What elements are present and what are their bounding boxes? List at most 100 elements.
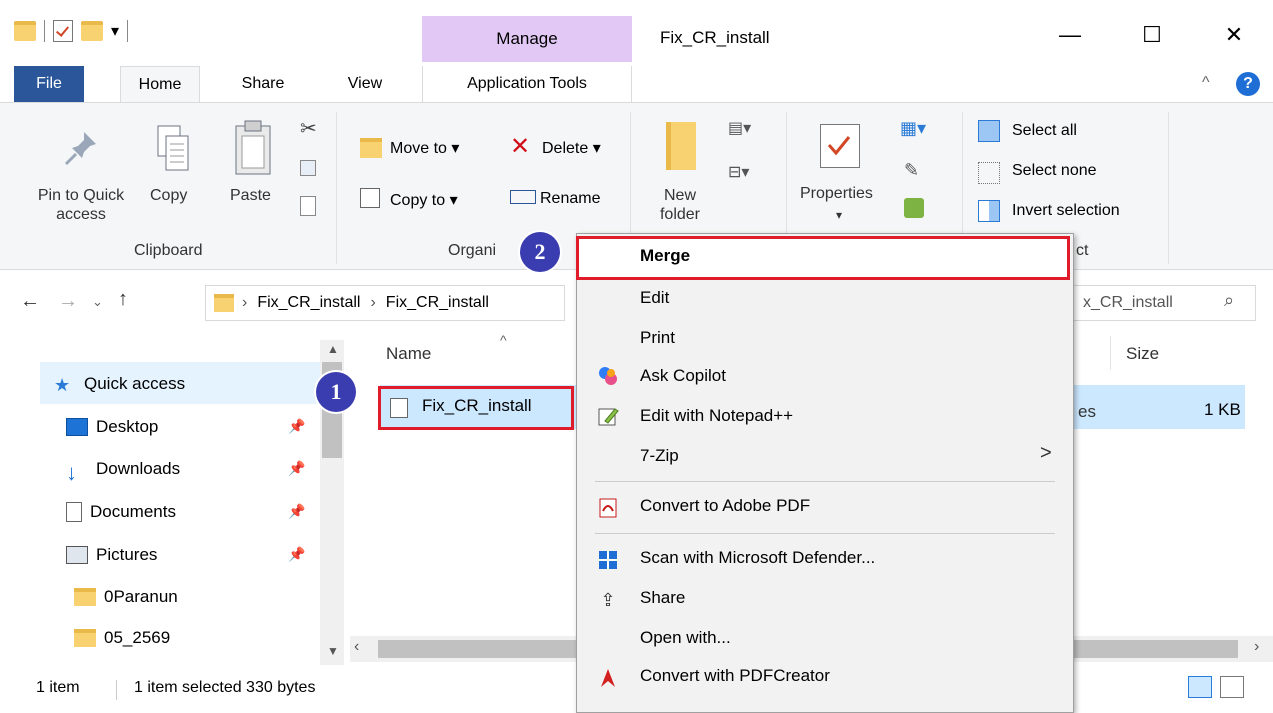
nav-item-documents[interactable]: Documents	[66, 492, 176, 532]
maximize-button[interactable]: ☐	[1132, 20, 1172, 50]
delete-icon: ✕	[510, 133, 531, 160]
menu-item-edit-with-notepad[interactable]: Edit with Notepad++	[640, 406, 793, 426]
properties-icon[interactable]	[53, 20, 73, 42]
menu-item-share[interactable]: Share	[640, 588, 685, 608]
copy-path-icon[interactable]	[300, 160, 316, 176]
minimize-button[interactable]: —	[1050, 20, 1090, 50]
pin-icon[interactable]: 📌	[288, 418, 305, 435]
menu-item-convert-with-pdfcreator[interactable]: Convert with PDFCreator	[640, 666, 830, 686]
paste-shortcut-icon[interactable]	[300, 196, 316, 216]
menu-item-ask-copilot[interactable]: Ask Copilot	[640, 366, 726, 386]
scroll-left-icon[interactable]: ‹	[354, 638, 359, 656]
invert-selection-button[interactable]: Invert selection	[1012, 202, 1120, 220]
menu-item-scan-with-defender[interactable]: Scan with Microsoft Defender...	[640, 548, 875, 568]
scroll-down-icon[interactable]: ▼	[327, 644, 339, 658]
tab-file[interactable]: File	[14, 66, 84, 102]
divider	[116, 680, 117, 700]
customize-toolbar-icon[interactable]: ▾	[111, 21, 119, 41]
paste-button[interactable]: Paste	[230, 186, 271, 205]
nav-item-label: 0Paranun	[104, 587, 178, 606]
copy-to-button[interactable]: Copy to ▾	[390, 190, 458, 210]
nav-item-desktop[interactable]: Desktop	[66, 407, 158, 447]
menu-item-edit[interactable]: Edit	[640, 288, 669, 308]
nav-item-0paranun[interactable]: 0Paranun	[74, 577, 178, 617]
nav-item-label: Pictures	[96, 545, 158, 564]
pin-to-quick-access-button[interactable]: Pin to Quick access	[22, 186, 140, 224]
pin-icon	[62, 128, 102, 168]
new-folder-label-line1: New	[663, 187, 696, 204]
nav-item-downloads[interactable]: ↓ Downloads	[66, 449, 180, 489]
up-arrow-icon[interactable]: ↑	[118, 288, 128, 311]
download-arrow-icon: ↓	[66, 460, 77, 485]
divider	[127, 20, 129, 42]
tab-view[interactable]: View	[335, 66, 395, 102]
menu-item-convert-to-adobe-pdf[interactable]: Convert to Adobe PDF	[640, 496, 810, 516]
file-type: es	[1078, 402, 1096, 421]
group-label-organize: Organi	[448, 242, 497, 259]
invert-selection-icon	[978, 200, 1000, 222]
tab-application-tools[interactable]: Application Tools	[422, 66, 632, 102]
properties-icon	[820, 124, 860, 168]
tab-home[interactable]: Home	[120, 66, 200, 102]
details-view-icon[interactable]	[1188, 676, 1212, 698]
pictures-icon	[66, 546, 88, 564]
select-none-button[interactable]: Select none	[1012, 162, 1097, 180]
quick-access-toolbar: ▾	[14, 14, 129, 48]
recent-locations-icon[interactable]: ⌄	[92, 294, 103, 310]
breadcrumb-segment[interactable]: Fix_CR_install	[257, 294, 360, 312]
move-to-button[interactable]: Move to ▾	[390, 138, 459, 158]
close-button[interactable]: ✕	[1214, 20, 1254, 50]
nav-item-label: Documents	[90, 502, 176, 521]
breadcrumb-segment[interactable]: Fix_CR_install	[386, 294, 489, 312]
pin-icon[interactable]: 📌	[288, 503, 305, 520]
menu-item-merge[interactable]: Merge	[640, 246, 690, 266]
nav-item-label: Desktop	[96, 417, 159, 436]
column-header-name[interactable]: Name	[386, 344, 431, 364]
menu-item-print[interactable]: Print	[640, 328, 675, 348]
large-icons-view-icon[interactable]	[1220, 676, 1244, 698]
pin-icon[interactable]: 📌	[288, 546, 305, 563]
new-folder-button[interactable]: New folder	[650, 186, 710, 224]
search-icon[interactable]: ⌕	[1224, 290, 1234, 311]
edit-icon[interactable]: ✎	[904, 160, 919, 181]
tab-share[interactable]: Share	[228, 66, 298, 102]
adobe-pdf-icon	[596, 496, 620, 520]
menu-item-open-with[interactable]: Open with...	[640, 628, 731, 648]
scroll-right-icon[interactable]: ›	[1254, 638, 1259, 656]
column-header-size[interactable]: Size	[1126, 344, 1159, 364]
copy-button[interactable]: Copy	[150, 186, 187, 205]
history-icon[interactable]	[904, 198, 924, 218]
nav-item-05-2569[interactable]: 05_2569	[74, 618, 170, 658]
delete-button[interactable]: Delete ▾	[542, 138, 601, 158]
menu-item-7zip[interactable]: 7-Zip	[640, 446, 679, 466]
new-folder-icon[interactable]	[81, 21, 103, 41]
cut-icon[interactable]: ✂	[300, 116, 317, 141]
nav-item-quick-access[interactable]: ★ Quick access	[54, 364, 185, 404]
back-arrow-icon[interactable]: ←	[20, 290, 40, 313]
manage-context-tab[interactable]: Manage	[422, 16, 632, 62]
nav-item-pictures[interactable]: Pictures	[66, 535, 157, 575]
new-item-icon[interactable]: ▤▾	[728, 118, 751, 138]
select-all-button[interactable]: Select all	[1012, 122, 1077, 140]
menu-separator	[595, 481, 1055, 482]
pin-icon[interactable]: 📌	[288, 460, 305, 477]
help-icon[interactable]: ?	[1236, 72, 1260, 96]
address-bar[interactable]: › Fix_CR_install › Fix_CR_install	[205, 285, 565, 321]
step-badge-1: 1	[316, 372, 356, 412]
status-item-count: 1 item	[36, 679, 80, 696]
collapse-ribbon-icon[interactable]: ^	[1202, 74, 1210, 92]
pdfcreator-icon	[596, 666, 620, 690]
scroll-up-icon[interactable]: ▲	[327, 342, 339, 356]
copy-to-icon	[360, 188, 380, 208]
submenu-arrow-icon: >	[1040, 442, 1052, 464]
search-text: x_CR_install	[1083, 294, 1173, 311]
folder-icon	[214, 294, 234, 312]
defender-shield-icon	[596, 548, 620, 572]
forward-arrow-icon[interactable]: →	[58, 290, 78, 313]
folder-icon[interactable]	[14, 21, 36, 41]
properties-dropdown-arrow[interactable]: ▾	[836, 206, 842, 225]
easy-access-icon[interactable]: ⊟▾	[728, 162, 749, 182]
rename-button[interactable]: Rename	[540, 190, 600, 208]
properties-button[interactable]: Properties	[800, 184, 873, 203]
open-icon[interactable]: ▦▾	[900, 118, 926, 139]
